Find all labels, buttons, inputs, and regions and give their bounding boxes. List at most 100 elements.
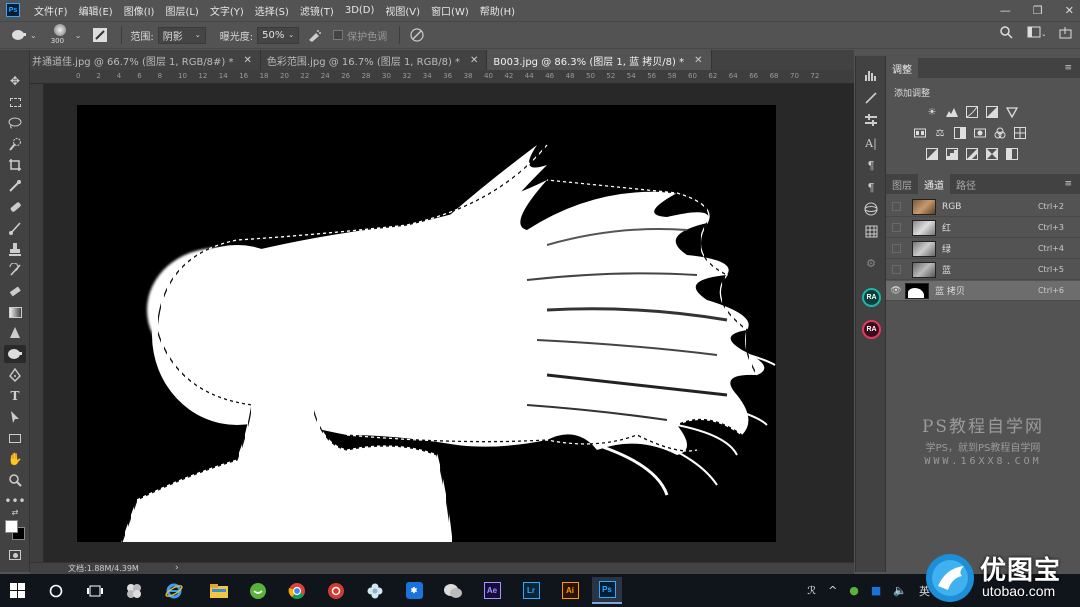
blue-bird-app-icon[interactable]: ✱	[399, 577, 429, 604]
channel-row-blue-copy[interactable]: 👁 蓝 拷贝 Ctrl+6	[886, 281, 1080, 301]
paragraph-styles-icon[interactable]: ¶	[862, 156, 880, 174]
channel-row-green[interactable]: 绿 Ctrl+4	[886, 239, 1080, 259]
brightness-contrast-icon[interactable]: ☀	[926, 106, 938, 118]
color-lookup-icon[interactable]	[1014, 127, 1026, 139]
menu-help[interactable]: 帮助(H)	[480, 3, 515, 18]
restore-icon[interactable]: ❐	[1033, 4, 1043, 17]
menu-layer[interactable]: 图层(L)	[165, 3, 198, 18]
gradient-tool-icon[interactable]	[4, 303, 26, 321]
blur-tool-icon[interactable]	[4, 324, 26, 342]
after-effects-icon[interactable]: Ae	[477, 577, 507, 604]
chevron-down-icon[interactable]: ⌄	[30, 31, 37, 40]
wechat-icon[interactable]	[438, 577, 468, 604]
chevron-down-icon[interactable]: ⌄	[75, 31, 82, 40]
brush-settings-icon[interactable]	[862, 89, 880, 107]
path-select-tool-icon[interactable]	[4, 408, 26, 426]
visibility-toggle[interactable]	[892, 223, 901, 232]
menu-filter[interactable]: 滤镜(T)	[300, 3, 334, 18]
plugin-icon[interactable]: ⚙	[862, 254, 880, 272]
pressure-size-icon[interactable]	[408, 26, 426, 44]
dodge-tool-preset-icon[interactable]	[10, 26, 28, 44]
healing-brush-tool-icon[interactable]	[4, 198, 26, 216]
file-explorer-icon[interactable]	[204, 577, 234, 604]
speaker-icon[interactable]: 🔈	[893, 584, 907, 597]
document-size[interactable]: 文档:1.88M/4.39M	[68, 563, 139, 574]
menu-file[interactable]: 文件(F)	[34, 3, 68, 18]
range-select[interactable]: 阴影 ⌄	[157, 26, 206, 44]
chrome-icon[interactable]	[282, 577, 312, 604]
hue-saturation-icon[interactable]	[914, 127, 926, 139]
minimize-icon[interactable]: —	[1000, 4, 1011, 17]
posterize-icon[interactable]	[946, 148, 958, 160]
pinwheel-app-icon[interactable]	[119, 577, 149, 604]
close-icon[interactable]: ✕	[470, 55, 478, 66]
netease-music-icon[interactable]	[321, 577, 351, 604]
vibrance-icon[interactable]	[1006, 106, 1018, 118]
foreground-color-swatch[interactable]	[5, 520, 18, 533]
tab-document-active[interactable]: B003.jpg @ 86.3% (图层 1, 蓝 拷贝/8) * ✕	[487, 50, 712, 70]
illustrator-icon[interactable]: Ai	[555, 577, 585, 604]
selective-color-icon[interactable]	[1006, 148, 1018, 160]
task-view-icon[interactable]	[80, 577, 110, 604]
photoshop-taskbar-icon[interactable]: Ps	[592, 577, 622, 604]
type-tool-icon[interactable]: T	[4, 387, 26, 405]
brush-panel-icon[interactable]	[93, 28, 108, 42]
quick-mask-icon[interactable]	[4, 548, 26, 562]
color-balance-icon[interactable]: ⚖	[934, 127, 946, 139]
share-icon[interactable]	[1059, 26, 1072, 42]
wechat-green-app-icon[interactable]	[243, 577, 273, 604]
close-icon[interactable]: ✕	[694, 55, 702, 66]
visibility-toggle[interactable]	[892, 265, 901, 274]
history-brush-tool-icon[interactable]	[4, 261, 26, 279]
hand-tool-icon[interactable]: ✋	[4, 450, 26, 468]
airbrush-icon[interactable]	[305, 26, 323, 44]
panel-menu-icon[interactable]: ≡	[1064, 179, 1072, 189]
ra-plugin-green-icon[interactable]: RA	[862, 288, 881, 307]
windows-start-icon[interactable]	[2, 577, 32, 604]
tab-adjustments[interactable]: 调整	[886, 58, 918, 78]
rectangle-tool-icon[interactable]	[4, 429, 26, 447]
search-icon[interactable]	[1000, 26, 1013, 42]
black-white-icon[interactable]	[954, 127, 966, 139]
workspace-icon[interactable]: ⌄	[1027, 26, 1047, 42]
invert-icon[interactable]	[926, 148, 938, 160]
levels-icon[interactable]	[946, 106, 958, 118]
brush-tool-icon[interactable]	[4, 219, 26, 237]
protect-tones-checkbox[interactable]	[333, 30, 344, 40]
gradient-map-icon[interactable]	[986, 148, 998, 160]
chevron-up-icon[interactable]: ^	[828, 584, 837, 597]
quick-select-tool-icon[interactable]	[4, 135, 26, 153]
menu-window[interactable]: 窗口(W)	[431, 3, 469, 18]
crop-tool-icon[interactable]	[4, 156, 26, 174]
grid-table-icon[interactable]	[862, 222, 880, 240]
lasso-tool-icon[interactable]	[4, 114, 26, 132]
menu-3d[interactable]: 3D(D)	[345, 5, 375, 16]
character-icon[interactable]: A|	[862, 134, 880, 152]
menu-image[interactable]: 图像(I)	[124, 3, 155, 18]
visibility-toggle[interactable]	[892, 244, 901, 253]
flower-app-icon[interactable]	[360, 577, 390, 604]
panel-menu-icon[interactable]: ≡	[1064, 63, 1072, 73]
pen-tool-icon[interactable]	[4, 366, 26, 384]
move-tool-icon[interactable]: ✥	[4, 72, 26, 90]
tool-presets-icon[interactable]	[862, 111, 880, 129]
menu-view[interactable]: 视图(V)	[385, 3, 420, 18]
channel-row-blue[interactable]: 蓝 Ctrl+5	[886, 260, 1080, 280]
close-icon[interactable]: ✕	[1065, 4, 1074, 17]
cortana-icon[interactable]	[41, 577, 71, 604]
histogram-icon[interactable]	[862, 66, 880, 84]
photo-filter-icon[interactable]	[974, 127, 986, 139]
tray-green-app-icon[interactable]: ●	[849, 584, 859, 597]
menu-type[interactable]: 文字(Y)	[210, 3, 244, 18]
ra-plugin-red-icon[interactable]: RA	[862, 320, 881, 339]
canvas-area[interactable]	[44, 84, 854, 562]
people-icon[interactable]: ℛ	[807, 584, 816, 597]
marquee-tool-icon[interactable]	[4, 93, 26, 111]
three-d-icon[interactable]	[862, 200, 880, 218]
document-image-blue-copy-channel[interactable]	[77, 105, 776, 542]
exposure-icon[interactable]	[986, 106, 998, 118]
menu-select[interactable]: 选择(S)	[255, 3, 289, 18]
swap-colors-icon[interactable]: ⇄	[4, 506, 26, 518]
dodge-tool-icon[interactable]	[4, 345, 26, 363]
threshold-icon[interactable]	[966, 148, 978, 160]
